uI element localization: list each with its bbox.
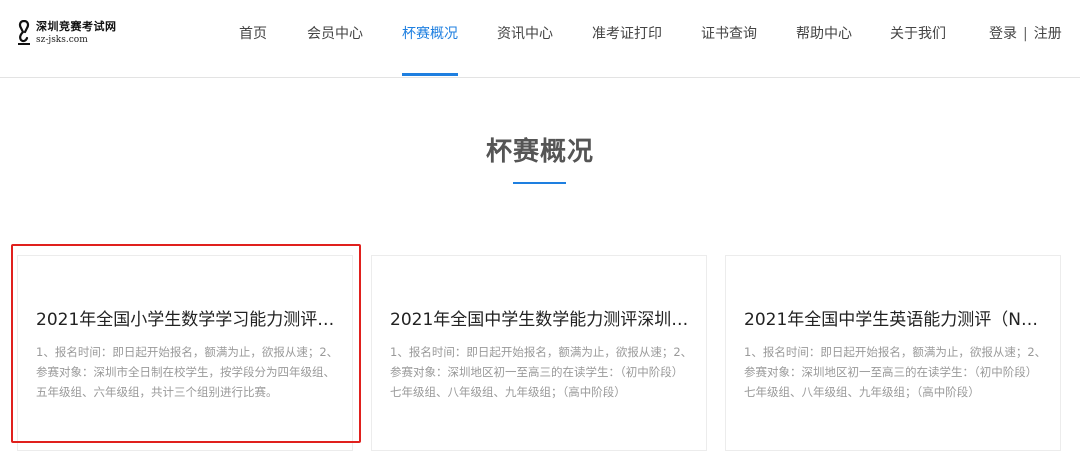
login-link[interactable]: 登录 bbox=[989, 26, 1017, 42]
contest-card[interactable]: 2021年全国中学生数学能力测评深圳赛区 1、报名时间：即日起开始报名，额满为止… bbox=[371, 255, 707, 451]
nav-admission-ticket[interactable]: 准考证打印 bbox=[592, 24, 662, 44]
contest-card[interactable]: 2021年全国中学生英语能力测评（NEPCS） 1、报名时间：即日起开始报名，额… bbox=[725, 255, 1061, 451]
logo-title: 深圳竞赛考试网 bbox=[36, 20, 117, 33]
contest-card-title[interactable]: 2021年全国小学生数学学习能力测评深圳赛区 bbox=[36, 308, 340, 332]
contest-card-description: 1、报名时间：即日起开始报名，额满为止，欲报从速；2、参赛对象：深圳地区初一至高… bbox=[744, 345, 1047, 399]
contest-card-description: 1、报名时间：即日起开始报名，额满为止，欲报从速；2、参赛对象：深圳市全日制在校… bbox=[36, 345, 339, 399]
contest-card-description: 1、报名时间：即日起开始报名，额满为止，欲报从速；2、参赛对象：深圳地区初一至高… bbox=[390, 345, 693, 399]
auth-separator: | bbox=[1023, 26, 1028, 42]
contest-card[interactable]: 2021年全国小学生数学学习能力测评深圳赛区 1、报名时间：即日起开始报名，额满… bbox=[17, 255, 353, 451]
nav-news-center[interactable]: 资讯中心 bbox=[497, 24, 553, 44]
nav-home[interactable]: 首页 bbox=[239, 24, 267, 44]
nav-certificate-query[interactable]: 证书查询 bbox=[701, 24, 757, 44]
nav-contest-overview[interactable]: 杯赛概况 bbox=[402, 24, 458, 44]
nav-help-center[interactable]: 帮助中心 bbox=[796, 24, 852, 44]
nav-about-us[interactable]: 关于我们 bbox=[890, 24, 946, 44]
contest-card-title[interactable]: 2021年全国中学生数学能力测评深圳赛区 bbox=[390, 308, 694, 332]
site-header: 深圳竞赛考试网 sz-jsks.com 首页 会员中心 杯赛概况 资讯中心 准考… bbox=[0, 0, 1080, 78]
site-logo[interactable]: 深圳竞赛考试网 sz-jsks.com bbox=[17, 20, 117, 50]
logo-mark-icon bbox=[18, 20, 30, 45]
register-link[interactable]: 注册 bbox=[1034, 26, 1062, 42]
auth-links: 登录 | 注册 bbox=[989, 24, 1062, 44]
nav-member-center[interactable]: 会员中心 bbox=[307, 24, 363, 44]
section-title-underline bbox=[513, 182, 566, 184]
section-title: 杯赛概况 bbox=[485, 137, 594, 167]
logo-domain: sz-jsks.com bbox=[36, 35, 88, 45]
contest-card-title[interactable]: 2021年全国中学生英语能力测评（NEPCS） bbox=[744, 308, 1048, 332]
nav-active-indicator bbox=[402, 73, 458, 76]
